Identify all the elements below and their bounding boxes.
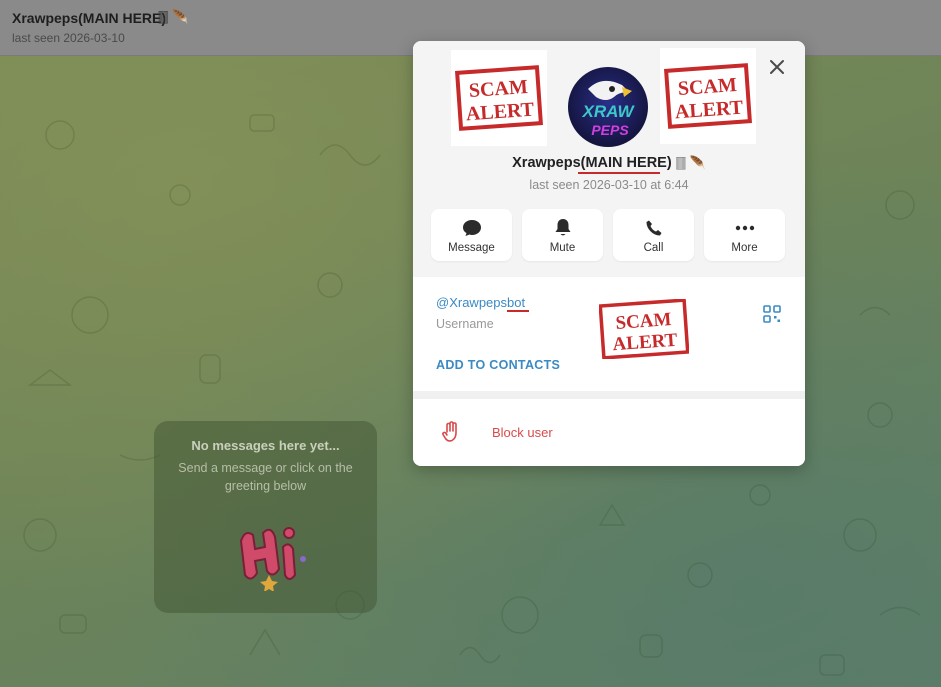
hand-stop-icon [442,421,457,442]
red-underline-mark [578,172,660,174]
mute-button[interactable]: Mute [522,209,603,261]
red-underline-mark [507,310,529,312]
profile-last-seen: last seen 2026-03-10 at 6:44 [529,178,689,192]
scam-alert-image-left: SCAM ALERT [451,50,547,146]
close-dialog-button[interactable] [765,57,789,81]
svg-text:ALERT: ALERT [465,99,535,126]
username-link[interactable]: @Xrawpepsbot [436,295,525,310]
more-button-label: More [731,242,758,254]
svg-text:XRAW: XRAW [582,102,636,121]
call-button[interactable]: Call [613,209,694,261]
svg-text:PEPS: PEPS [591,122,629,138]
chat-title: Xrawpeps(MAIN HERE) [12,10,167,26]
bell-icon [555,219,570,236]
more-dots-icon [735,225,754,231]
section-divider [413,391,805,399]
scam-alert-stamp: SCAM ALERT [599,299,689,359]
chat-bubble-icon [462,220,481,236]
phone-icon [646,220,661,236]
profile-info-section: @Xrawpepsbot Username SCAM ALERT ADD TO … [413,277,805,391]
chat-last-seen: last seen 2026-03-10 [12,31,125,45]
qr-code-icon[interactable] [763,305,781,323]
call-button-label: Call [643,242,664,254]
svg-text:ALERT: ALERT [612,330,678,355]
block-user-button[interactable]: Block user [413,399,805,466]
username-label: Username [436,317,494,331]
title-emoji-icons: 🀫 🪶 [158,9,189,24]
hi-greeting-sticker[interactable] [229,511,309,591]
profile-name-row: Xrawpeps(MAIN HERE) 🀫 🪶 [413,155,805,171]
empty-chat-placeholder: No messages here yet... Send a message o… [154,421,377,613]
close-icon [770,60,784,74]
block-user-label: Block user [492,425,553,440]
empty-chat-text: Send a message or click on the greeting … [178,461,353,493]
svg-text:SCAM: SCAM [677,74,737,100]
profile-actions: Message Mute Call More [431,209,787,261]
add-to-contacts-button[interactable]: ADD TO CONTACTS [436,358,560,372]
profile-name: Xrawpeps(MAIN HERE) [512,155,672,171]
message-button[interactable]: Message [431,209,512,261]
user-profile-dialog: SCAM ALERT XRAW PEPS SCAM ALERT Xrawpeps… [413,41,805,466]
empty-chat-title: No messages here yet... [191,438,340,453]
profile-name-emoji-icons: 🀫 🪶 [675,155,706,170]
more-button[interactable]: More [704,209,785,261]
svg-text:SCAM: SCAM [468,76,528,102]
profile-avatar[interactable]: XRAW PEPS [568,67,648,147]
scam-alert-image-right: SCAM ALERT [660,48,756,144]
mute-button-label: Mute [549,242,576,254]
message-button-label: Message [448,242,495,254]
svg-text:ALERT: ALERT [674,97,744,124]
